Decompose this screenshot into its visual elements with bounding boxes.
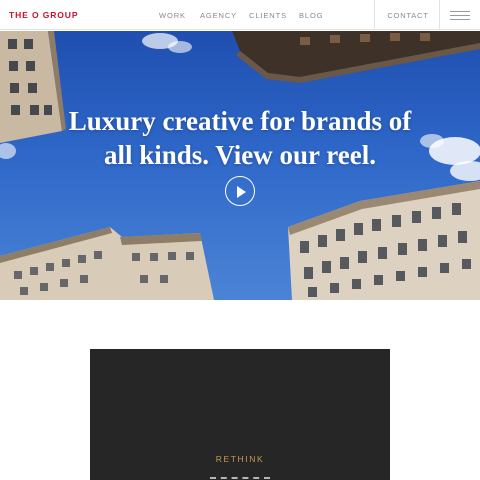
hero-banner: Luxury creative for brands of all kinds.… xyxy=(0,31,480,300)
nav-item-agency[interactable]: AGENCY xyxy=(200,11,237,20)
site-header: THE O GROUP WORK AGENCY CLIENTS BLOG CON… xyxy=(0,0,480,30)
play-icon xyxy=(237,185,246,198)
contact-link[interactable]: CONTACT xyxy=(375,11,441,20)
feature-card: RETHINK xyxy=(90,349,390,480)
nav-item-blog[interactable]: BLOG xyxy=(299,11,323,20)
contact-cell: CONTACT xyxy=(374,0,440,30)
hero-headline-line-1: Luxury creative for brands of xyxy=(68,106,412,136)
nav-item-work[interactable]: WORK xyxy=(159,11,186,20)
play-reel-button[interactable] xyxy=(225,176,255,206)
hero-headline-line-2[interactable]: all kinds. View our reel. xyxy=(0,138,480,172)
section-eyebrow: RETHINK xyxy=(215,454,265,464)
hamburger-menu-icon[interactable] xyxy=(450,9,470,21)
nav-item-clients[interactable]: CLIENTS xyxy=(249,11,287,20)
logo[interactable]: THE O GROUP xyxy=(9,10,78,20)
